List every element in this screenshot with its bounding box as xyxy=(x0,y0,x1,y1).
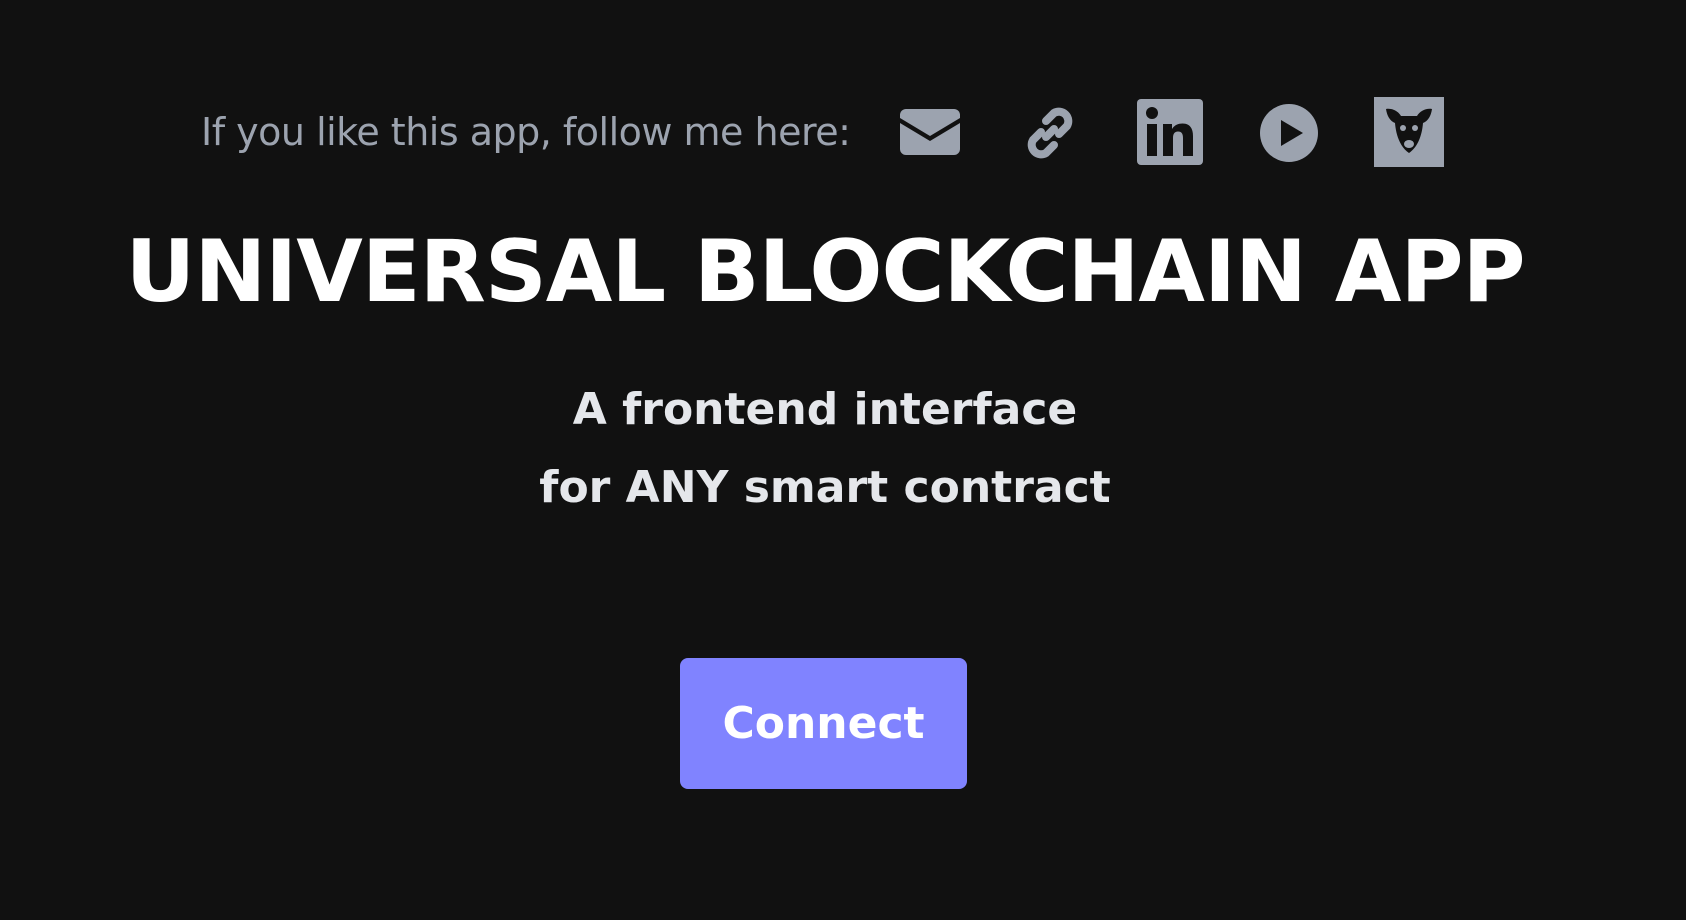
subtitle-line-2: for ANY smart contract xyxy=(539,462,1111,513)
dog-logo-icon[interactable] xyxy=(1374,97,1444,167)
subtitle-line-1: A frontend interface xyxy=(572,384,1078,435)
page-title: UNIVERSAL BLOCKCHAIN APP xyxy=(125,222,1525,322)
landing-page: If you like this app, follow me here: UN… xyxy=(0,0,1686,920)
connect-button[interactable]: Connect xyxy=(680,658,967,789)
link-icon[interactable] xyxy=(1018,101,1082,165)
mail-icon[interactable] xyxy=(899,108,961,156)
linkedin-icon[interactable] xyxy=(1137,99,1203,165)
follow-text: If you like this app, follow me here: xyxy=(201,110,851,154)
follow-row: If you like this app, follow me here: xyxy=(201,92,851,172)
youtube-play-icon[interactable] xyxy=(1259,103,1319,163)
